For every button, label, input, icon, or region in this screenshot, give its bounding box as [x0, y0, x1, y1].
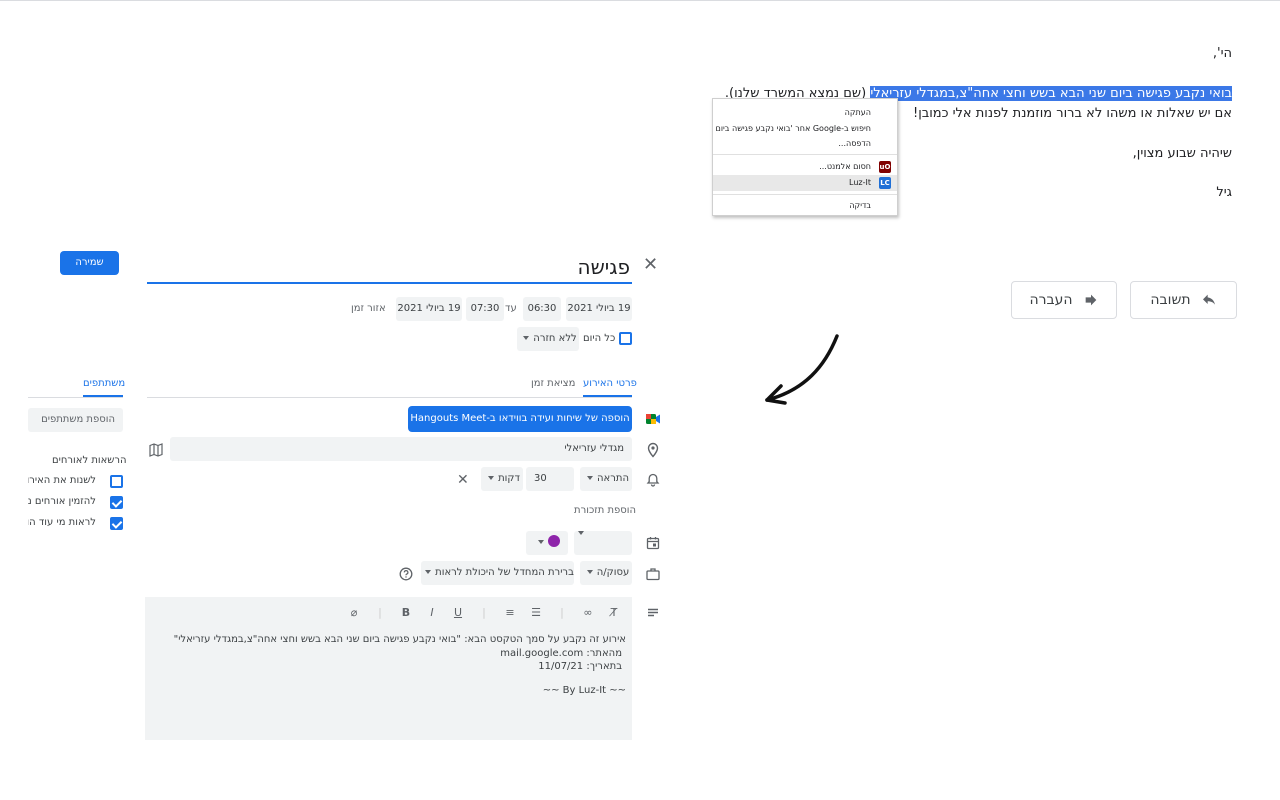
description-line-1: אירוע זה נקבע על סמך הטקסט הבא: "בואי נק… — [173, 634, 626, 645]
tabs-divider — [147, 397, 632, 398]
reply-label: תשובה — [1150, 292, 1191, 308]
notification-value-input[interactable]: 30 — [526, 467, 574, 491]
save-button[interactable]: שמירה — [60, 251, 119, 275]
email-line-2: אם יש שאלות או משהו לא ברור מוזמנת לפנות… — [912, 106, 1232, 121]
chevron-down-icon — [586, 570, 593, 574]
forward-label: העברה — [1029, 292, 1073, 308]
timezone-link[interactable]: אזור זמן — [351, 303, 386, 314]
menu-item-copy[interactable]: העתקה — [845, 107, 871, 118]
description-line-3: בתאריך: 11/07/21 — [538, 661, 622, 672]
all-day-checkbox[interactable] — [619, 332, 632, 345]
guest-permissions-title: הרשאות לאורחים — [52, 455, 127, 466]
curved-arrow-icon — [765, 334, 839, 405]
selected-text[interactable]: בואי נקבע פגישה ביום שני הבא בשש וחצי אח… — [870, 86, 1232, 101]
notification-type-select[interactable]: התראה — [580, 467, 632, 491]
chevron-down-icon — [523, 336, 530, 340]
calendar-icon — [646, 537, 660, 550]
add-meet-button[interactable]: הוספה של שיחות ועידה בווידאו ב-Hangouts … — [408, 406, 632, 432]
remove-notification-icon[interactable]: ✕ — [457, 472, 469, 488]
tab-event-details[interactable]: פרטי האירוע — [583, 378, 637, 389]
clear-formatting-icon[interactable]: T̸ — [606, 605, 622, 621]
attachment-icon[interactable]: ⌀ — [346, 605, 362, 621]
ublock-icon: uO — [879, 161, 891, 173]
description-icon — [648, 608, 658, 617]
event-title-input[interactable]: פגישה — [578, 255, 630, 279]
italic-icon[interactable]: I — [424, 605, 440, 621]
reply-button[interactable]: תשובה — [1130, 281, 1237, 319]
visibility-select[interactable]: ברירת המחדל של היכולת לראות — [421, 561, 574, 585]
menu-separator — [713, 154, 897, 155]
help-icon[interactable] — [398, 566, 414, 582]
numbered-list-icon[interactable]: ≡ — [502, 605, 518, 621]
tab-find-time[interactable]: מציאת זמן — [531, 378, 575, 389]
luzit-icon: LC — [879, 177, 891, 189]
notification-unit-value: דקות — [498, 473, 520, 484]
menu-item-luzit[interactable]: Luz-It — [849, 177, 871, 188]
context-menu: העתקה חיפוש ב-Google אחר 'בואי נקבע פגיש… — [712, 98, 898, 216]
notification-type-value: התראה — [597, 473, 629, 484]
repeat-value: ללא חזרה — [533, 333, 577, 344]
description-editor[interactable]: ⌀ | B I U | ≡ ☰ | ∞ T̸ אירוע זה נקבע על … — [145, 597, 632, 740]
start-date-field[interactable]: 19 ביולי 2021 — [566, 297, 632, 321]
chevron-down-icon — [538, 540, 544, 544]
add-guests-input[interactable]: הוספת משתתפים — [28, 408, 123, 432]
email-signature: גיל — [1216, 185, 1232, 200]
chevron-down-icon — [578, 531, 584, 535]
menu-item-inspect[interactable]: בדיקה — [849, 200, 871, 211]
link-icon[interactable]: ∞ — [580, 605, 596, 621]
forward-button[interactable]: העברה — [1011, 281, 1117, 319]
end-time-field[interactable]: 07:30 — [466, 297, 504, 321]
tab-guests[interactable]: משתתפים — [83, 378, 125, 389]
permission-see-list-label: לראות מי עוד הוזמן — [28, 517, 96, 528]
reply-arrow-icon — [1202, 294, 1215, 305]
menu-item-print[interactable]: הדפסה... — [838, 138, 871, 149]
menu-item-search-google[interactable]: חיפוש ב-Google אחר 'בואי נקבע פגישה ביום — [716, 123, 871, 134]
permission-modify-label: לשנות את האירוע — [28, 475, 96, 486]
chevron-down-icon — [488, 476, 495, 480]
to-label: עד — [505, 303, 517, 314]
event-color-dot — [548, 535, 560, 547]
permission-invite-label: להזמין אורחים נוספים — [28, 496, 96, 507]
busy-select[interactable]: עסוק/ה — [580, 561, 632, 585]
toolbar-divider: | — [482, 606, 486, 619]
forward-arrow-icon — [1085, 294, 1096, 306]
description-line-2: מהאתר: mail.google.com — [500, 648, 622, 659]
menu-separator — [713, 194, 897, 195]
bell-icon — [646, 473, 660, 487]
description-line-4: ~~ By Luz-It ~~ — [542, 685, 626, 696]
repeat-select[interactable]: ללא חזרה — [517, 327, 579, 351]
location-input[interactable]: מגדלי עזריאלי — [170, 437, 632, 461]
menu-item-block-element[interactable]: חסום אלמנט... — [819, 161, 871, 172]
title-underline — [147, 282, 632, 284]
toolbar-divider: | — [560, 606, 564, 619]
notification-unit-select[interactable]: דקות — [481, 467, 523, 491]
add-notification-link[interactable]: הוספת תזכורת — [574, 505, 636, 516]
email-greeting: הי', — [1212, 46, 1232, 61]
top-divider — [0, 0, 1280, 1]
briefcase-icon — [646, 568, 660, 581]
meet-icon — [646, 414, 660, 424]
busy-value: עסוק/ה — [596, 567, 630, 578]
location-pin-icon — [647, 442, 659, 458]
chevron-down-icon — [425, 570, 432, 574]
guests-divider — [28, 397, 123, 398]
map-icon[interactable] — [148, 442, 164, 458]
close-icon[interactable]: ✕ — [643, 254, 658, 275]
permission-invite-checkbox[interactable] — [110, 496, 123, 509]
start-time-field[interactable]: 06:30 — [523, 297, 561, 321]
formatting-toolbar: ⌀ | B I U | ≡ ☰ | ∞ T̸ — [346, 605, 622, 621]
end-date-field[interactable]: 19 ביולי 2021 — [396, 297, 462, 321]
bold-icon[interactable]: B — [398, 605, 414, 621]
event-color-select[interactable] — [526, 531, 568, 555]
underline-icon[interactable]: U — [450, 605, 466, 621]
email-line-3: שיהיה שבוע מצוין, — [1132, 146, 1232, 161]
permission-see-list-checkbox[interactable] — [110, 517, 123, 530]
toolbar-divider: | — [378, 606, 382, 619]
calendar-select[interactable] — [574, 531, 632, 555]
bulleted-list-icon[interactable]: ☰ — [528, 605, 544, 621]
chevron-down-icon — [587, 476, 594, 480]
all-day-label: כל היום — [583, 333, 616, 344]
visibility-value: ברירת המחדל של היכולת לראות — [435, 567, 574, 578]
permission-modify-checkbox[interactable] — [110, 475, 123, 488]
